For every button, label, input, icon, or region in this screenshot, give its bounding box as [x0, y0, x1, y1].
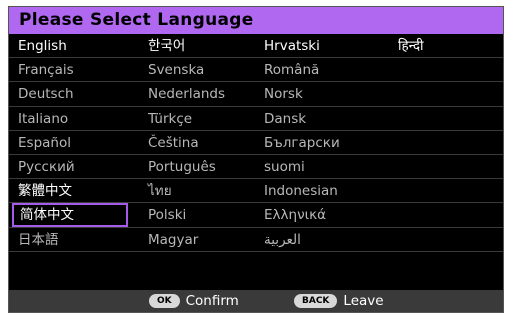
language-option-indonesian[interactable]: Indonesian — [258, 179, 388, 203]
language-option-czech[interactable]: Čeština — [142, 131, 262, 155]
language-row: Русский Português suomi — [9, 155, 503, 180]
language-option-romanian[interactable]: Română — [258, 58, 388, 82]
confirm-label: Confirm — [185, 293, 239, 309]
language-row: 日本語 Magyar العربية — [9, 228, 503, 252]
back-key-icon: BACK — [294, 294, 338, 308]
language-option-hindi[interactable]: हिन्दी — [392, 34, 492, 58]
language-option-polish[interactable]: Polski — [142, 203, 262, 227]
language-row: Français Svenska Română — [9, 58, 503, 83]
language-row: Deutsch Nederlands Norsk — [9, 82, 503, 107]
language-row: Español Čeština Български — [9, 131, 503, 155]
language-option-hungarian[interactable]: Magyar — [142, 228, 262, 252]
language-option-dutch[interactable]: Nederlands — [142, 82, 262, 106]
language-option-turkish[interactable]: Türkçe — [142, 107, 262, 131]
language-option-korean[interactable]: 한국어 — [142, 34, 262, 58]
language-option-danish[interactable]: Dansk — [258, 107, 388, 131]
leave-button[interactable]: BACK Leave — [294, 290, 384, 312]
page-title: Please Select Language — [9, 7, 503, 34]
language-option-portuguese[interactable]: Português — [142, 155, 262, 179]
language-option-japanese[interactable]: 日本語 — [12, 228, 128, 252]
language-row: 简体中文 Polski Ελληνικά — [9, 203, 503, 228]
language-row: Italiano Türkçe Dansk — [9, 107, 503, 131]
language-row: English 한국어 Hrvatski हिन्दी — [9, 34, 503, 59]
language-option-traditional-chinese[interactable]: 繁體中文 — [12, 179, 128, 203]
language-option-arabic[interactable]: العربية — [258, 228, 388, 252]
language-row: 繁體中文 ไทย Indonesian — [9, 179, 503, 204]
language-option-bulgarian[interactable]: Български — [258, 131, 388, 155]
leave-label: Leave — [343, 293, 384, 309]
ok-key-icon: OK — [149, 294, 180, 308]
confirm-button[interactable]: OK Confirm — [149, 290, 239, 312]
language-osd-panel: Please Select Language English 한국어 Hrvat… — [8, 6, 504, 313]
language-option-norwegian[interactable]: Norsk — [258, 82, 388, 106]
language-option-swedish[interactable]: Svenska — [142, 58, 262, 82]
footer-bar: OK Confirm BACK Leave — [9, 290, 503, 312]
language-option-french[interactable]: Français — [12, 58, 128, 82]
language-option-italian[interactable]: Italiano — [12, 107, 128, 131]
language-option-thai[interactable]: ไทย — [142, 179, 262, 203]
language-option-finnish[interactable]: suomi — [258, 155, 388, 179]
language-option-simplified-chinese[interactable]: 简体中文 — [12, 203, 128, 228]
language-option-croatian[interactable]: Hrvatski — [258, 34, 388, 58]
language-option-english[interactable]: English — [12, 34, 128, 58]
language-option-german[interactable]: Deutsch — [12, 82, 128, 106]
language-grid: English 한국어 Hrvatski हिन्दी Français Sve… — [9, 34, 503, 252]
language-option-russian[interactable]: Русский — [12, 155, 128, 179]
language-option-spanish[interactable]: Español — [12, 131, 128, 155]
language-option-greek[interactable]: Ελληνικά — [258, 203, 388, 227]
